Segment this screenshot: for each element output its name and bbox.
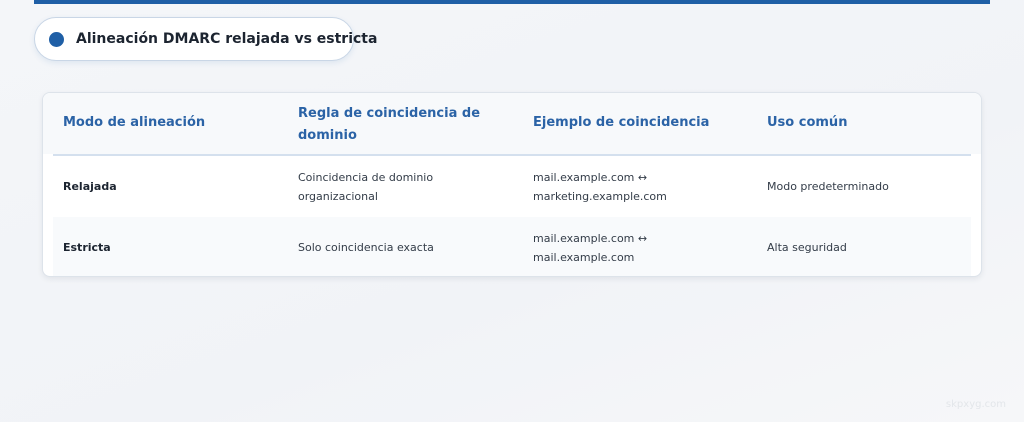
table-row: Estricta Solo coincidencia exacta mail.e… (53, 217, 971, 276)
section-title: Alineación DMARC relajada vs estricta (76, 31, 378, 47)
cell-usage: Modo predeterminado (767, 180, 889, 193)
cell-example: mail.example.com ↔ marketing.example.com (533, 171, 667, 203)
cell-mode: Relajada (63, 180, 117, 193)
table-row: Relajada Coincidencia de dominio organiz… (53, 156, 971, 217)
column-header-rule: Regla de coincidencia de dominio (298, 106, 481, 143)
cell-usage: Alta seguridad (767, 241, 847, 254)
top-accent-bar (34, 0, 990, 4)
cell-rule: Solo coincidencia exacta (298, 241, 434, 254)
cell-example: mail.example.com ↔ mail.example.com (533, 232, 648, 264)
cell-mode: Estricta (63, 241, 111, 254)
cell-rule: Coincidencia de dominio organizacional (298, 171, 434, 203)
bullet-dot-icon (49, 31, 64, 47)
column-header-usage: Uso común (767, 115, 848, 130)
column-header-example: Ejemplo de coincidencia (533, 115, 710, 130)
section-title-pill: Alineación DMARC relajada vs estricta (34, 17, 377, 61)
table-header-row: Modo de alineación Regla de coincidencia… (43, 93, 981, 154)
column-header-mode: Modo de alineación (63, 115, 206, 130)
watermark: skpxyg.com (945, 399, 1006, 410)
alignment-table: Modo de alineación Regla de coincidencia… (42, 92, 982, 277)
